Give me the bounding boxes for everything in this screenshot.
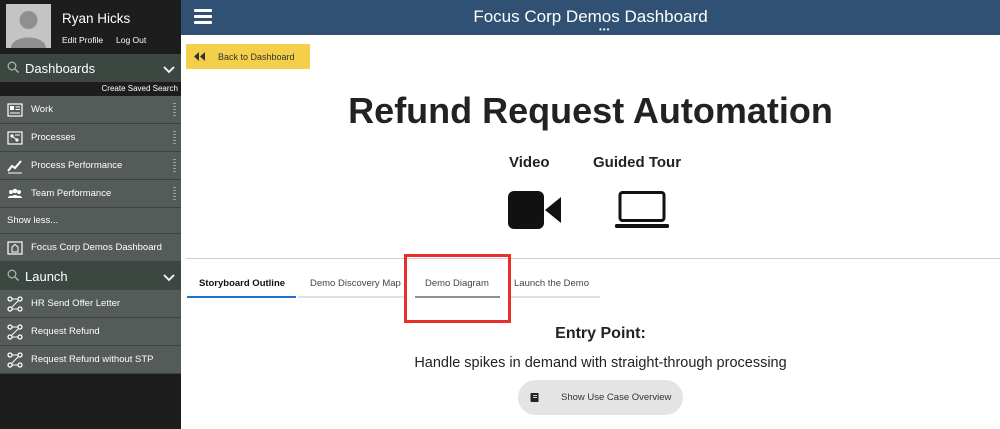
chevron-down-icon[interactable] — [163, 270, 175, 285]
edit-profile-link[interactable]: Edit Profile — [62, 35, 103, 45]
video-camera-icon[interactable] — [508, 191, 561, 234]
use-case-button-label: Show Use Case Overview — [561, 392, 672, 403]
sidebar-item-request-refund-without-stp[interactable]: Request Refund without STP — [0, 346, 181, 374]
double-chevron-left-icon — [194, 52, 206, 63]
drag-handle-icon[interactable] — [173, 159, 176, 172]
sidebar-item-label: Request Refund — [31, 326, 100, 337]
sidebar-item-label: Process Performance — [31, 160, 123, 171]
page-title: Refund Request Automation — [348, 90, 833, 131]
top-bar: Focus Corp Demos Dashboard ••• — [181, 0, 1000, 35]
sidebar-item-process-performance[interactable]: Process Performance — [0, 152, 181, 180]
drag-handle-icon[interactable] — [173, 131, 176, 144]
log-out-link[interactable]: Log Out — [116, 35, 146, 45]
video-label: Video — [509, 154, 550, 171]
sidebar-item-work[interactable]: Work — [0, 96, 181, 124]
work-icon — [7, 102, 23, 118]
section-divider — [186, 258, 1000, 259]
sidebar-item-label: Processes — [31, 132, 76, 143]
user-name: Ryan Hicks — [62, 11, 131, 26]
book-icon — [530, 392, 540, 406]
tab-launch-the-demo[interactable]: Launch the Demo — [514, 278, 589, 289]
sidebar-item-hr-send-offer-letter[interactable]: HR Send Offer Letter — [0, 290, 181, 318]
show-less-link[interactable]: Show less... — [0, 208, 181, 234]
more-options-icon[interactable]: ••• — [599, 26, 610, 34]
create-saved-search-link[interactable]: Create Saved Search — [0, 82, 181, 96]
search-icon — [7, 269, 20, 285]
processes-icon — [7, 130, 23, 146]
highlight-annotation-box — [404, 254, 511, 323]
sidebar-item-label: Work — [31, 104, 53, 115]
show-use-case-overview-button[interactable]: Show Use Case Overview — [518, 380, 683, 415]
dashboard-title: Focus Corp Demos Dashboard — [473, 7, 708, 26]
entry-point-heading: Entry Point: — [555, 325, 646, 342]
chart-icon — [7, 158, 23, 174]
sidebar-item-request-refund[interactable]: Request Refund — [0, 318, 181, 346]
launch-section-header[interactable]: Launch — [0, 262, 181, 290]
process-flow-icon — [7, 352, 23, 368]
user-profile: Ryan Hicks Edit Profile Log Out — [0, 0, 181, 54]
sidebar-item-label: Request Refund without STP — [31, 354, 154, 365]
tab-underline — [511, 296, 600, 298]
sidebar-item-team-performance[interactable]: Team Performance — [0, 180, 181, 208]
dashboards-label: Dashboards — [25, 60, 96, 76]
process-flow-icon — [7, 324, 23, 340]
search-icon — [7, 61, 20, 77]
sidebar-item-label: Focus Corp Demos Dashboard — [31, 242, 162, 253]
sidebar: Ryan Hicks Edit Profile Log Out Dashboar… — [0, 0, 181, 429]
tab-underline — [298, 296, 405, 298]
team-icon — [7, 186, 23, 202]
entry-point-description: Handle spikes in demand with straight-th… — [414, 355, 787, 371]
app-root: Ryan Hicks Edit Profile Log Out Dashboar… — [0, 0, 1000, 429]
back-to-dashboard-button[interactable]: Back to Dashboard — [186, 44, 310, 69]
chevron-down-icon[interactable] — [163, 62, 175, 77]
launch-label: Launch — [25, 268, 68, 284]
dashboards-section-header[interactable]: Dashboards — [0, 54, 181, 82]
back-button-label: Back to Dashboard — [218, 51, 295, 62]
tab-active-underline — [187, 296, 296, 298]
avatar[interactable] — [6, 4, 51, 48]
process-flow-icon — [7, 296, 23, 312]
dashboard-icon — [7, 240, 23, 256]
sidebar-item-label: Team Performance — [31, 188, 112, 199]
tab-demo-discovery-map[interactable]: Demo Discovery Map — [310, 278, 401, 289]
drag-handle-icon[interactable] — [173, 103, 176, 116]
tab-storyboard-outline[interactable]: Storyboard Outline — [199, 278, 285, 289]
sidebar-item-processes[interactable]: Processes — [0, 124, 181, 152]
laptop-icon[interactable] — [615, 191, 669, 234]
sidebar-item-focus-corp-dashboard[interactable]: Focus Corp Demos Dashboard — [0, 234, 181, 262]
drag-handle-icon[interactable] — [173, 187, 176, 200]
guided-tour-label: Guided Tour — [593, 154, 682, 171]
sidebar-item-label: HR Send Offer Letter — [31, 298, 121, 309]
